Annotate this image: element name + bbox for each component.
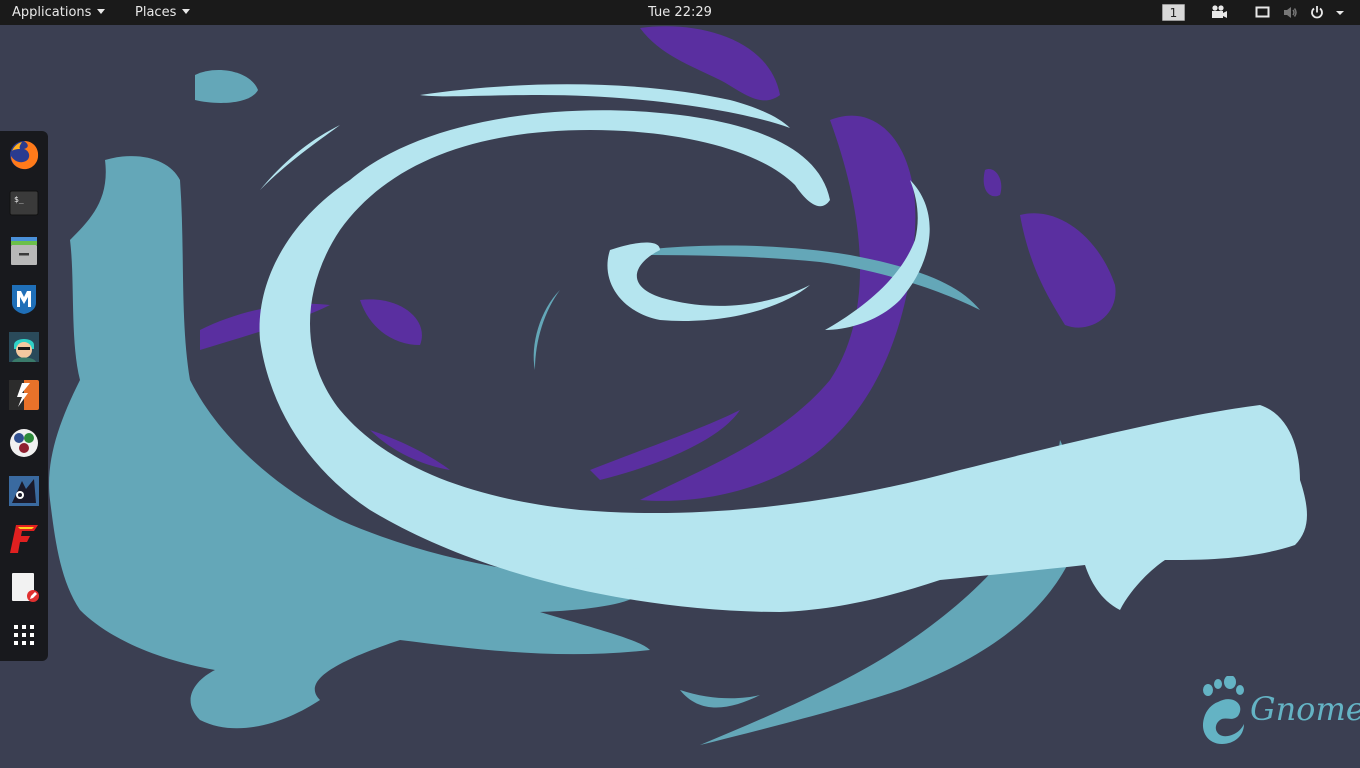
app-grid-icon[interactable] bbox=[8, 619, 40, 651]
beef-icon[interactable] bbox=[8, 475, 40, 507]
camera-icon[interactable] bbox=[1210, 4, 1228, 21]
svg-text:$_: $_ bbox=[14, 195, 24, 204]
firefox-icon[interactable] bbox=[8, 139, 40, 171]
terminal-icon[interactable]: $_ bbox=[8, 187, 40, 219]
applications-menu[interactable]: Applications bbox=[12, 0, 106, 25]
workspace-indicator[interactable]: 1 bbox=[1162, 4, 1185, 21]
burpsuite-icon[interactable] bbox=[8, 379, 40, 411]
system-menu[interactable] bbox=[1309, 4, 1351, 21]
maltego-icon[interactable] bbox=[8, 427, 40, 459]
desktop-wallpaper bbox=[0, 0, 1360, 768]
desktop[interactable]: Gnome Applications Places Tue 22:29 1 $_ bbox=[0, 0, 1360, 768]
places-menu-label: Places bbox=[135, 5, 177, 20]
dash-dock: $_ bbox=[0, 131, 48, 661]
places-menu[interactable]: Places bbox=[135, 0, 191, 25]
clock-container: Tue 22:29 bbox=[0, 0, 1360, 25]
applications-menu-label: Applications bbox=[12, 5, 92, 20]
volume-icon[interactable] bbox=[1282, 4, 1298, 21]
text-editor-icon[interactable] bbox=[8, 571, 40, 603]
gnome-logo-text: Gnome bbox=[1250, 690, 1360, 728]
metasploit-icon[interactable] bbox=[8, 283, 40, 315]
armitage-icon[interactable] bbox=[8, 331, 40, 363]
clock[interactable]: Tue 22:29 bbox=[648, 5, 712, 20]
gnome-foot-icon bbox=[1202, 676, 1244, 744]
screen-icon[interactable] bbox=[1255, 4, 1271, 21]
applications-caret-icon bbox=[97, 9, 106, 14]
gnome-logo: Gnome bbox=[1198, 676, 1360, 746]
files-icon[interactable] bbox=[8, 235, 40, 267]
top-bar: Applications Places Tue 22:29 1 bbox=[0, 0, 1360, 25]
places-caret-icon bbox=[182, 9, 191, 14]
power-icon bbox=[1311, 6, 1344, 19]
faraday-icon[interactable] bbox=[8, 523, 40, 555]
